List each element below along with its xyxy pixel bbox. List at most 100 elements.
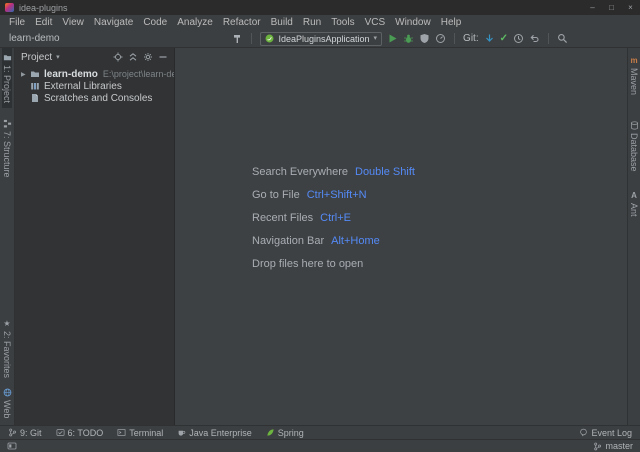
chevron-down-icon: ▾ (374, 35, 378, 42)
hint-drop-files: Drop files here to open (252, 258, 415, 281)
git-commit-button[interactable]: ✓ (500, 34, 508, 44)
folder-icon (30, 69, 40, 79)
close-button[interactable]: × (621, 0, 640, 15)
git-branch-icon (8, 428, 17, 437)
ant-icon: A (631, 192, 637, 200)
spring-leaf-icon (266, 428, 275, 437)
shortcut-hints: Search EverywhereDouble Shift Go to File… (252, 166, 415, 281)
todo-icon (56, 428, 65, 437)
profiler-button[interactable] (435, 33, 446, 44)
tree-item-learn-demo[interactable]: ▶ learn-demo E:\project\learn-demo (15, 68, 174, 80)
toolwindow-todo-button[interactable]: 6: TODO (56, 428, 104, 438)
git-branch-name: master (605, 441, 633, 451)
menu-navigate[interactable]: Navigate (89, 17, 138, 28)
event-log-button[interactable]: Event Log (579, 428, 632, 438)
stripe-web-button[interactable]: Web (2, 383, 12, 423)
statusbar: master (0, 439, 640, 452)
spring-boot-icon (265, 34, 274, 43)
bottom-toolwindow-bar: 9: Git 6: TODO Terminal Java Enterprise … (0, 425, 640, 439)
history-button[interactable] (513, 33, 524, 44)
menu-window[interactable]: Window (390, 17, 436, 28)
locate-target-icon[interactable] (113, 52, 123, 62)
tree-item-scratches[interactable]: Scratches and Consoles (15, 92, 174, 104)
stripe-structure-button[interactable]: 7: Structure (2, 114, 12, 183)
menu-edit[interactable]: Edit (30, 17, 57, 28)
toolbar-right-group: IdeaPluginsApplication ▾ Git: ✓ (232, 32, 568, 46)
web-globe-icon (3, 388, 12, 397)
stripe-structure-label: 7: Structure (2, 131, 12, 178)
hint-search-everywhere: Search EverywhereDouble Shift (252, 166, 415, 189)
toolwindow-switcher-icon[interactable] (7, 441, 17, 451)
stripe-project-button[interactable]: 1: Project (2, 48, 12, 108)
menu-run[interactable]: Run (298, 17, 326, 28)
right-tool-stripe: m Maven Database A Ant (627, 48, 640, 425)
hint-go-to-file: Go to FileCtrl+Shift+N (252, 189, 415, 212)
toolwindow-git-label: 9: Git (20, 428, 42, 438)
chevron-down-icon[interactable]: ▾ (56, 54, 60, 61)
stripe-favorites-button[interactable]: ★ 2: Favorites (2, 315, 12, 383)
git-branch-widget[interactable]: master (593, 441, 633, 451)
menu-analyze[interactable]: Analyze (172, 17, 218, 28)
main-region: 1: Project 7: Structure ★ 2: Favorites W… (0, 48, 640, 425)
stripe-project-label: 1: Project (2, 65, 12, 103)
tree-item-name: External Libraries (44, 81, 122, 92)
stripe-web-label: Web (2, 400, 12, 418)
run-configuration-label: IdeaPluginsApplication (278, 34, 369, 44)
tree-item-external-libraries[interactable]: External Libraries (15, 80, 174, 92)
menu-tools[interactable]: Tools (326, 17, 359, 28)
settings-gear-icon[interactable] (143, 52, 153, 62)
run-configuration-select[interactable]: IdeaPluginsApplication ▾ (260, 32, 382, 46)
rollback-button[interactable] (529, 33, 540, 44)
menu-code[interactable]: Code (138, 17, 172, 28)
search-everywhere-icon[interactable] (557, 33, 568, 44)
window-title: idea-plugins (19, 3, 68, 13)
main-toolbar: learn-demo IdeaPluginsApplication ▾ (0, 30, 640, 48)
toolwindow-javaee-button[interactable]: Java Enterprise (177, 428, 252, 438)
hide-panel-icon[interactable] (158, 52, 168, 62)
titlebar: idea-plugins – □ × (0, 0, 640, 15)
stripe-database-button[interactable]: Database (629, 116, 639, 177)
git-update-button[interactable] (484, 33, 495, 44)
build-hammer-icon[interactable] (232, 33, 243, 44)
left-tool-stripe: 1: Project 7: Structure ★ 2: Favorites W… (0, 48, 15, 425)
toolbar-separator (548, 33, 549, 44)
toolbar-separator (251, 33, 252, 44)
tree-item-name: learn-demo (44, 69, 98, 80)
project-panel-header: Project ▾ (15, 48, 174, 66)
menu-build[interactable]: Build (266, 17, 298, 28)
toolwindow-todo-label: 6: TODO (68, 428, 104, 438)
hint-recent-files: Recent FilesCtrl+E (252, 212, 415, 235)
menu-help[interactable]: Help (436, 17, 467, 28)
toolwindow-git-button[interactable]: 9: Git (8, 428, 42, 438)
toolwindow-javaee-label: Java Enterprise (189, 428, 252, 438)
coverage-button[interactable] (419, 33, 430, 44)
chevron-right-icon[interactable]: ▶ (21, 71, 30, 78)
toolwindow-spring-label: Spring (278, 428, 304, 438)
menu-view[interactable]: View (57, 17, 89, 28)
project-tree: ▶ learn-demo E:\project\learn-demo Exter… (15, 66, 174, 104)
menu-vcs[interactable]: VCS (360, 17, 391, 28)
menu-file[interactable]: File (4, 17, 30, 28)
toolwindow-spring-button[interactable]: Spring (266, 428, 304, 438)
idea-logo-icon (5, 3, 14, 12)
toolwindow-terminal-button[interactable]: Terminal (117, 428, 163, 438)
project-panel-title[interactable]: Project (21, 52, 52, 63)
coffee-cup-icon (177, 428, 186, 437)
database-icon (630, 121, 639, 130)
libraries-icon (30, 81, 40, 91)
breadcrumb[interactable]: learn-demo (9, 33, 60, 44)
scratch-file-icon (30, 93, 40, 103)
stripe-favorites-label: 2: Favorites (2, 331, 12, 378)
collapse-all-icon[interactable] (128, 52, 138, 62)
stripe-ant-button[interactable]: A Ant (629, 187, 639, 222)
toolbar-separator (454, 33, 455, 44)
terminal-icon (117, 428, 126, 437)
debug-button[interactable] (403, 33, 414, 44)
maximize-button[interactable]: □ (602, 0, 621, 15)
structure-icon (3, 119, 12, 128)
minimize-button[interactable]: – (583, 0, 602, 15)
stripe-maven-button[interactable]: m Maven (629, 52, 639, 100)
menu-refactor[interactable]: Refactor (218, 17, 266, 28)
editor-drop-area[interactable]: Search EverywhereDouble Shift Go to File… (175, 48, 627, 425)
run-button[interactable] (387, 33, 398, 44)
